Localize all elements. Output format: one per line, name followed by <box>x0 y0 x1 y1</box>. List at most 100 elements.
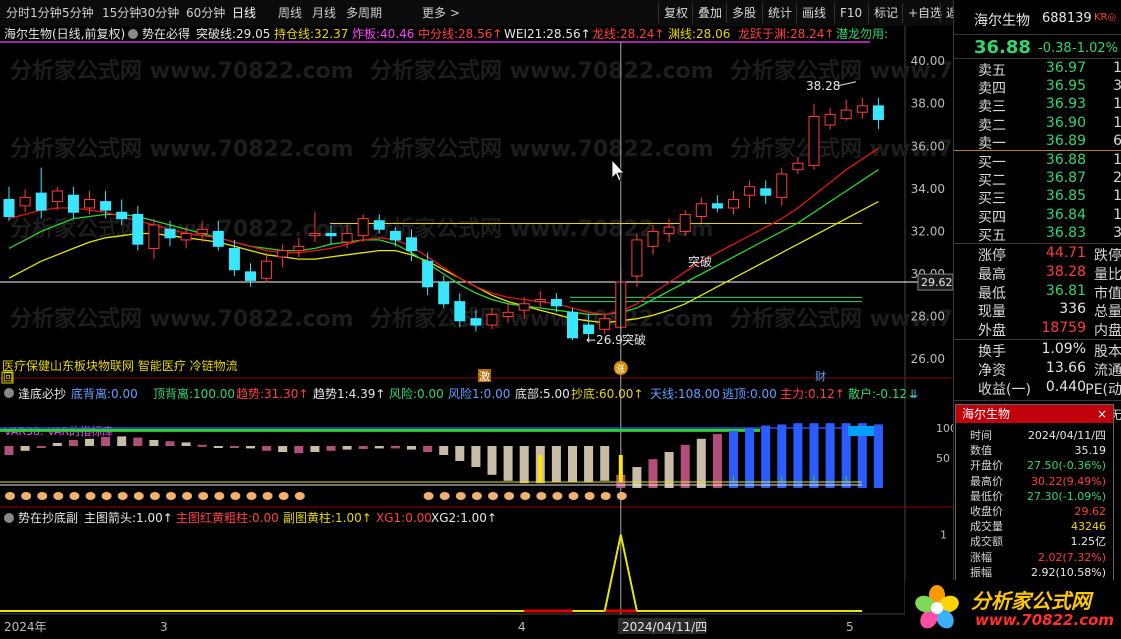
period-tab-6[interactable]: 日线 <box>232 4 256 22</box>
indicator2-bar <box>568 446 577 482</box>
indicator3-value: 副图黄柱:1.00↑ <box>283 510 372 525</box>
indicator2-bar <box>423 446 433 452</box>
bid-row: 买三 36.85 1 <box>978 188 1121 207</box>
pointing-hand-icon <box>455 492 466 500</box>
bid-row: 买五 36.83 3 <box>978 225 1121 244</box>
indicator2-value: 顶背离:100.00 <box>153 386 235 401</box>
stat-value: 336 <box>1059 301 1086 318</box>
indicator2-bar <box>664 452 674 488</box>
stat2-label: 净资 <box>978 363 1006 379</box>
period-tab-4[interactable]: 30分钟 <box>140 4 179 22</box>
bid-volume: 1 <box>1113 206 1121 223</box>
ask-price: 36.97 <box>1045 60 1086 76</box>
price-tick-label: 32.00 <box>911 224 945 238</box>
toolbar-button-0[interactable]: 复权 <box>658 3 693 23</box>
indicator2-bar <box>133 437 143 446</box>
tooltip-row-value: 27.30(-1.09%) <box>1027 489 1106 503</box>
low-price-label: ←26.9 <box>586 333 623 347</box>
watermark-text: 分析家公式网 www.70822.com <box>10 58 354 84</box>
candle-body <box>406 237 417 252</box>
divider <box>954 400 1121 401</box>
indicator2-bar <box>197 444 207 447</box>
bid-volume: 1 <box>1113 188 1121 205</box>
tooltip-row: 成交量 43246 <box>970 520 1112 534</box>
toolbar-button-5[interactable]: F10 <box>834 3 867 23</box>
candle-body <box>84 198 95 209</box>
bid-label: 买四 <box>978 209 1006 226</box>
candle-body <box>518 303 530 311</box>
period-tab-10[interactable]: 更多 > <box>422 4 460 22</box>
close-icon[interactable]: × <box>1097 405 1107 423</box>
main-indicator-value: 渊线:28.06 <box>668 27 730 41</box>
candle-body <box>808 115 820 166</box>
period-tab-2[interactable]: 5分钟 <box>62 4 94 22</box>
tooltip-row: 最低价 27.30(-1.09%) <box>970 490 1112 504</box>
tooltip-row-value: 1.25亿 <box>1070 535 1107 549</box>
tooltip-row: 成交额 1.25亿 <box>970 535 1112 549</box>
toolbar-button-6[interactable]: 标记 <box>868 3 903 23</box>
main-indicator-name[interactable]: 势在必得 <box>142 26 190 41</box>
indicator2-bar <box>294 446 304 454</box>
tooltip-title-bar[interactable]: 海尔生物 × <box>956 405 1113 423</box>
data-tooltip-window[interactable]: 海尔生物 × 时间 2024/04/11/四 数值 35.19 开盘价 27.50(-0.… <box>955 404 1114 582</box>
indicator2-bar <box>262 446 272 451</box>
tooltip-row-value: 2024/04/11/四 <box>1027 429 1106 442</box>
pointing-hand-icon <box>262 492 273 500</box>
badge-cai[interactable]: 财 <box>815 369 826 383</box>
period-tab-9[interactable]: 多周期 <box>346 4 382 22</box>
indicator2-bar <box>471 446 481 467</box>
period-tab-0[interactable]: 分时 <box>6 4 30 22</box>
pointing-hand-icon <box>5 492 15 500</box>
period-tab-8[interactable]: 月线 <box>312 4 336 22</box>
kline-chart-svg[interactable]: 分析家公式网 www.70822.com 分析家公式网 www.70822.com… <box>0 26 1074 636</box>
candle-body <box>792 162 804 171</box>
candle-body <box>470 318 482 326</box>
indicator2-bar <box>246 446 255 449</box>
period-tab-3[interactable]: 15分钟 <box>102 4 141 22</box>
toolbar-button-1[interactable]: 叠加 <box>692 3 727 23</box>
stat-label: 最低 <box>978 285 1006 302</box>
bid-label: 买一 <box>978 155 1006 171</box>
period-tab-5[interactable]: 60分钟 <box>186 4 225 22</box>
candle-body <box>422 260 434 288</box>
indicator-toggle-icon[interactable] <box>4 388 14 398</box>
stat-right-label: 跌停 <box>1094 248 1121 264</box>
period-tab-7[interactable]: 周线 <box>278 4 302 22</box>
indicator-toggle-icon[interactable] <box>128 29 138 39</box>
candle[interactable] <box>679 210 691 236</box>
ask-label: 卖三 <box>978 99 1006 116</box>
indicator2-bar <box>213 446 223 448</box>
pointing-hand-icon <box>182 492 193 500</box>
bid-price: 36.85 <box>1045 188 1086 205</box>
indicator3-value: XG2:1.00↑ <box>431 511 497 525</box>
stat-value: 38.28 <box>1045 263 1086 280</box>
main-indicator-value: WEI21:28.56↑ <box>504 27 591 41</box>
pointing-hand-icon <box>536 492 547 500</box>
bid-volume: 1 <box>1113 152 1121 168</box>
candle-body <box>728 198 739 209</box>
indicator2-bar <box>551 446 561 482</box>
bid-label: 买五 <box>978 227 1006 244</box>
indicator3-name[interactable]: 势在抄底副 <box>18 510 78 525</box>
main-stock-title: 海尔生物(日线,前复权) <box>4 26 125 41</box>
date-tick-label: 4 <box>518 620 526 634</box>
ask-label: 卖四 <box>978 81 1006 98</box>
candle-body <box>486 313 498 326</box>
indicator2-bar <box>745 428 755 488</box>
toolbar-button-4[interactable]: 画线 <box>796 3 831 23</box>
candle-body <box>840 109 852 120</box>
indicator2-name[interactable]: 逢底必抄 <box>18 386 66 401</box>
indicator-toggle-icon[interactable] <box>4 513 14 523</box>
toolbar-button-3[interactable]: 统计 <box>762 3 797 23</box>
ask-volume: 3 <box>1113 78 1121 95</box>
candle[interactable] <box>567 308 578 340</box>
chart-area[interactable]: 分析家公式网 www.70822.com 分析家公式网 www.70822.com… <box>0 26 1074 636</box>
candle-body <box>631 239 643 277</box>
candle-body <box>663 226 675 235</box>
indicator2-value: 主力:0.12↑ <box>780 387 845 401</box>
toolbar-button-2[interactable]: 多股 <box>726 3 761 23</box>
period-tab-1[interactable]: 1分钟 <box>30 4 62 22</box>
tooltip-row-label: 振幅 <box>970 565 992 579</box>
main-indicator-value: 持仓线:32.37 <box>274 26 348 41</box>
indicator2-value: 趋势:31.30↑ <box>236 387 308 401</box>
